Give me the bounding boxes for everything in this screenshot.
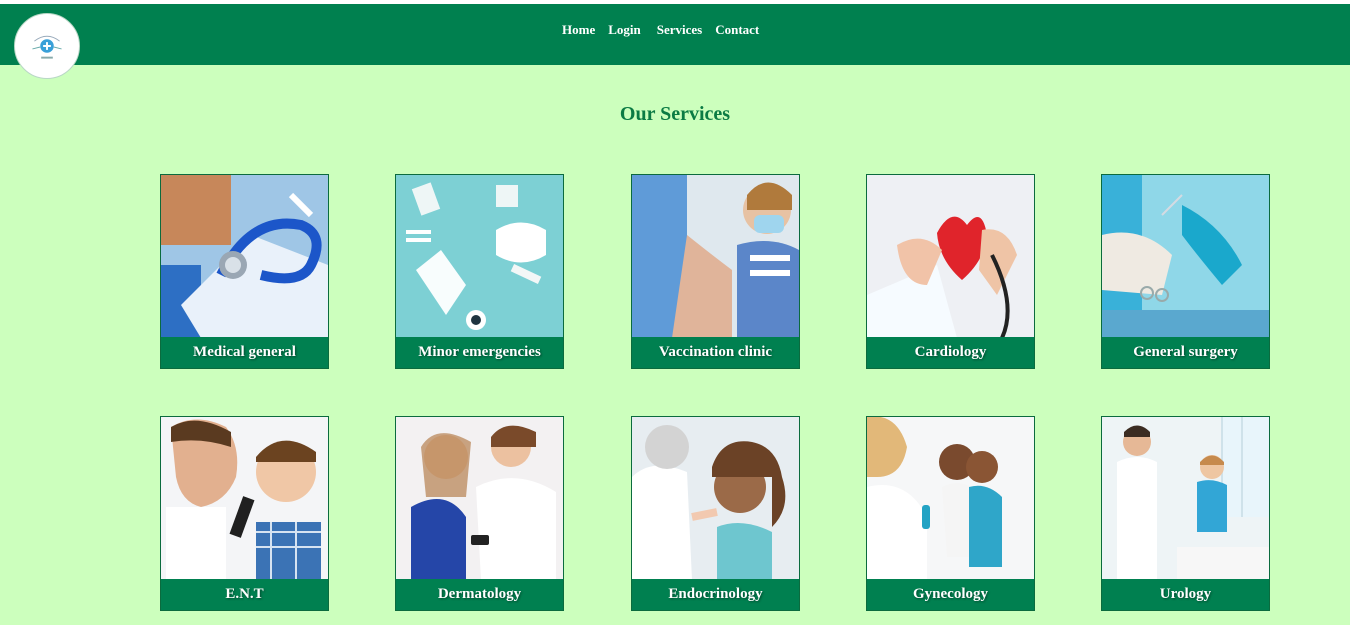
thyroid-icon <box>632 417 799 580</box>
service-image <box>1102 417 1269 580</box>
service-card-gynecology[interactable]: Gynecology <box>866 416 1035 611</box>
urology-icon <box>1102 417 1269 580</box>
service-image <box>161 175 328 338</box>
nav-login[interactable]: Login <box>608 22 641 38</box>
service-label: Vaccination clinic <box>632 337 799 368</box>
service-card-medical-general[interactable]: Medical general <box>160 174 329 369</box>
service-image <box>867 175 1034 338</box>
heart-icon <box>867 175 1034 338</box>
page-title: Our Services <box>619 103 731 125</box>
stethoscope-icon <box>161 175 328 338</box>
service-image <box>867 417 1034 580</box>
service-card-endocrinology[interactable]: Endocrinology <box>631 416 800 611</box>
service-card-dermatology[interactable]: Dermatology <box>395 416 564 611</box>
vaccine-icon <box>632 175 799 338</box>
service-card-ent[interactable]: E.N.T <box>160 416 329 611</box>
service-image <box>632 417 799 580</box>
service-label: General surgery <box>1102 337 1269 368</box>
service-label: Medical general <box>161 337 328 368</box>
ear-icon <box>161 417 328 580</box>
mask-icon <box>396 175 563 338</box>
service-card-urology[interactable]: Urology <box>1101 416 1270 611</box>
service-image <box>161 417 328 580</box>
service-label: E.N.T <box>161 579 328 610</box>
service-image <box>396 175 563 338</box>
service-card-general-surgery[interactable]: General surgery <box>1101 174 1270 369</box>
service-label: Minor emergencies <box>396 337 563 368</box>
main-nav: Home Login Services Contact <box>562 22 759 38</box>
nav-home[interactable]: Home <box>562 22 595 38</box>
logo-icon <box>15 14 79 78</box>
skin-icon <box>396 417 563 580</box>
service-image <box>632 175 799 338</box>
logo[interactable] <box>14 13 80 79</box>
service-card-vaccination-clinic[interactable]: Vaccination clinic <box>631 174 800 369</box>
service-label: Endocrinology <box>632 579 799 610</box>
service-card-minor-emergencies[interactable]: Minor emergencies <box>395 174 564 369</box>
service-label: Gynecology <box>867 579 1034 610</box>
service-image <box>396 417 563 580</box>
nav-contact[interactable]: Contact <box>715 22 759 38</box>
service-label: Urology <box>1102 579 1269 610</box>
surgery-icon <box>1102 175 1269 338</box>
nav-services[interactable]: Services <box>657 22 702 38</box>
women-health-icon <box>867 417 1034 580</box>
service-label: Cardiology <box>867 337 1034 368</box>
service-label: Dermatology <box>396 579 563 610</box>
service-image <box>1102 175 1269 338</box>
service-card-cardiology[interactable]: Cardiology <box>866 174 1035 369</box>
